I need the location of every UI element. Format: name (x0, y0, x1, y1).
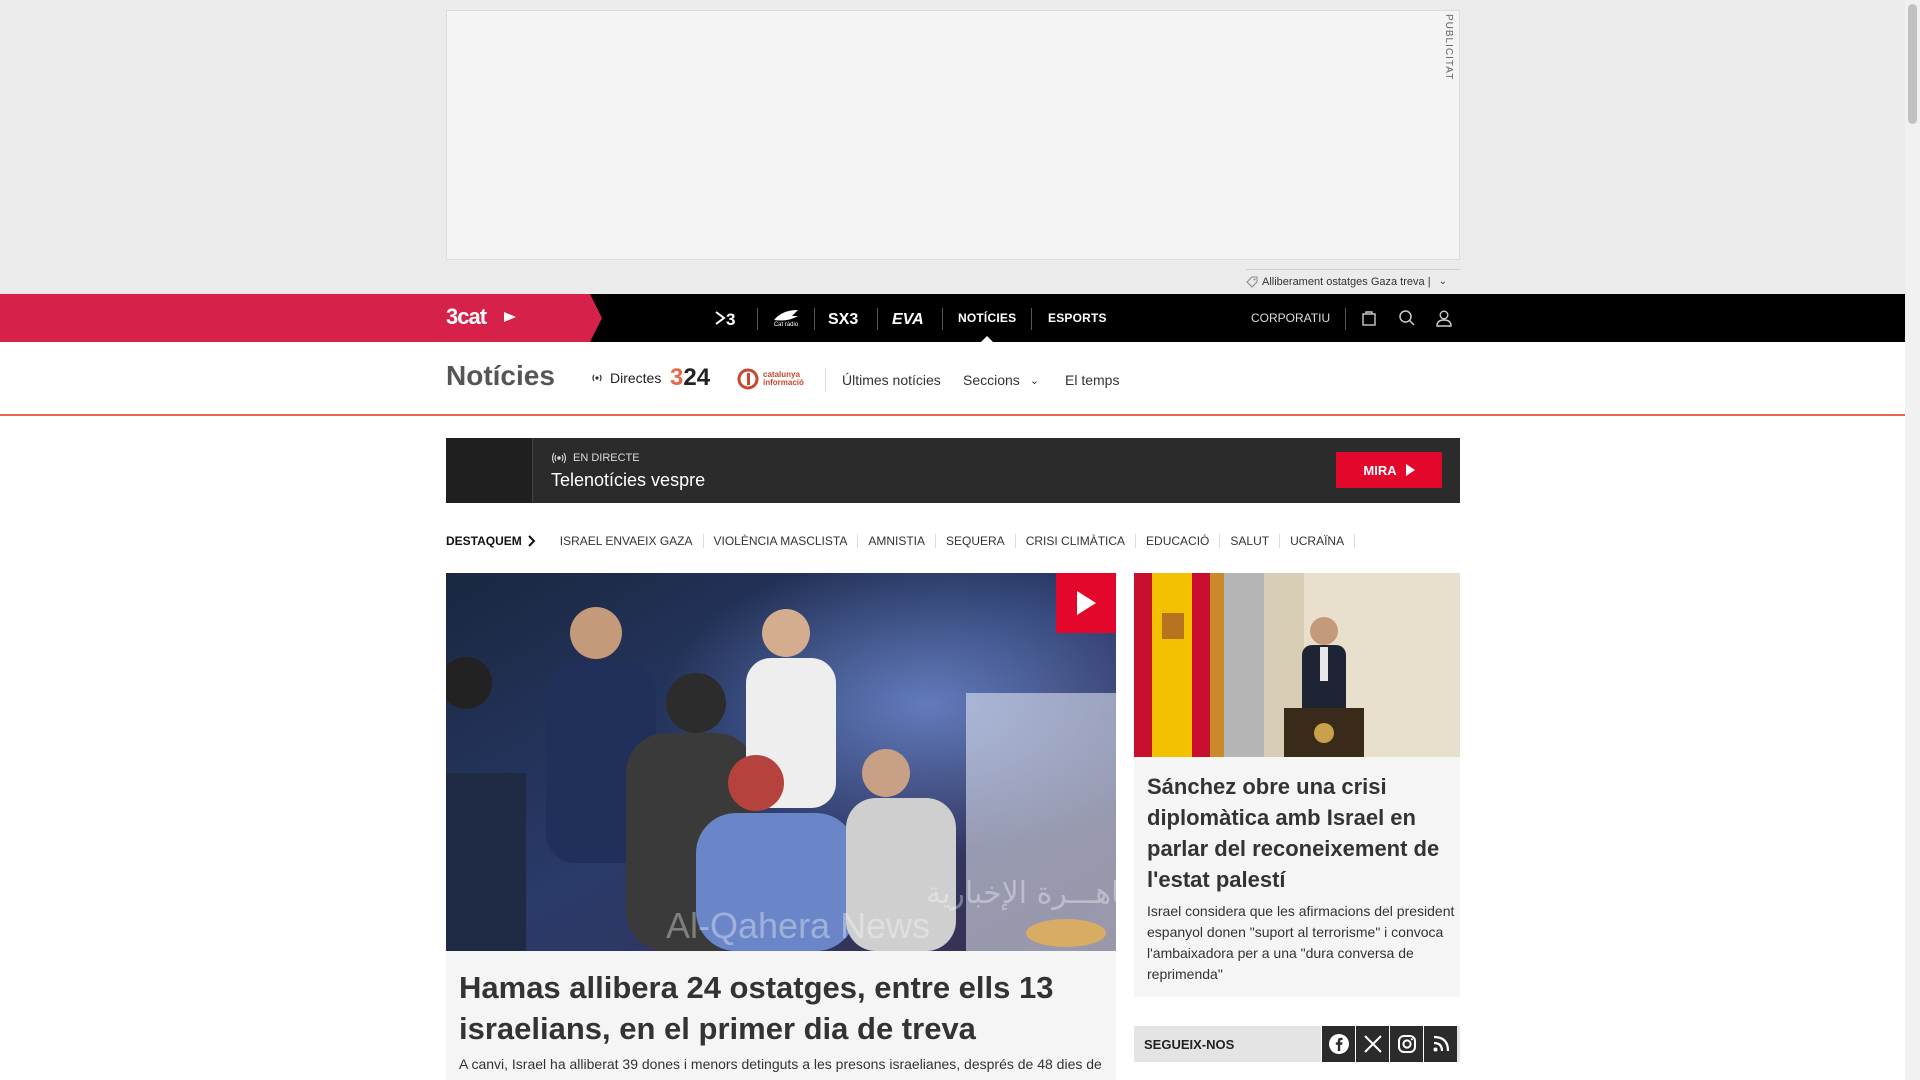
directes-link[interactable]: Directes (590, 370, 661, 386)
shop-bag-icon[interactable] (1357, 306, 1381, 330)
chevron-down-icon: ⌄ (1029, 374, 1040, 387)
side-story-image[interactable] (1134, 573, 1460, 757)
tag-item[interactable]: CRISI CLIMÀTICA (1016, 534, 1137, 548)
tv3-icon[interactable]: 3 (712, 294, 744, 342)
scrollbar[interactable] (1905, 0, 1920, 1080)
news-ticker[interactable]: Alliberament ostatges Gaza treva | ⌄ (1246, 269, 1460, 293)
ad-area: PUBLICITAT Alliberament ostatges Gaza tr… (0, 0, 1905, 294)
play-icon (1405, 464, 1415, 476)
catalunya-informacio-logo[interactable]: catalunya informació (737, 368, 804, 390)
live-badge: EN DIRECTE (551, 452, 640, 464)
tag-item[interactable]: VIOLÈNCIA MASCLISTA (704, 534, 859, 548)
nav-esports[interactable]: ESPORTS (1048, 294, 1107, 342)
tag-item[interactable]: AMNISTIA (858, 534, 936, 548)
tag-icon (1246, 276, 1258, 288)
facebook-icon[interactable] (1321, 1026, 1355, 1062)
watermark-arabic: القاهـــرة الإخبارية (926, 876, 1116, 911)
lead-story-headline[interactable]: Hamas allibera 24 ostatges, entre ells 1… (459, 967, 1099, 1049)
follow-us-bar: SEGUEIX-NOS (1134, 1026, 1460, 1062)
side-story-summary: Israel considera que les afirmacions del… (1147, 903, 1455, 982)
follow-label: SEGUEIX-NOS (1144, 1037, 1235, 1052)
lead-story-summary: A canvi, Israel ha alliberat 39 dones i … (459, 1056, 1102, 1072)
x-icon[interactable] (1355, 1026, 1389, 1062)
nav-corporatiu[interactable]: CORPORATIU (1251, 294, 1330, 342)
3cat-logo[interactable]: 3cat (446, 304, 518, 335)
lead-story-image[interactable]: القاهـــرة الإخبارية Al-Qahera News (446, 573, 1116, 951)
live-thumbnail (446, 438, 533, 503)
tag-item[interactable]: UCRAÏNA (1280, 534, 1356, 548)
section-subnav: Notícies Directes 324 catalunya informaci… (0, 342, 1905, 416)
ad-banner[interactable] (446, 10, 1460, 260)
3cat24-logo[interactable]: 324 (670, 364, 710, 392)
chevron-right-icon (528, 535, 536, 547)
highlight-tags: DESTAQUEM ISRAEL ENVAEIX GAZA VIOLÈNCIA … (446, 530, 1356, 552)
catradio-icon[interactable]: Cat ràdio (769, 294, 803, 342)
nav-noticies[interactable]: NOTÍCIES (958, 294, 1016, 342)
search-icon[interactable] (1395, 306, 1419, 330)
chevron-down-icon[interactable]: ⌄ (1439, 276, 1447, 287)
seccions-dropdown[interactable]: Seccions ⌄ (963, 372, 1039, 388)
ultimes-noticies-link[interactable]: Últimes notícies (842, 372, 941, 388)
seccions-label: Seccions (963, 372, 1020, 388)
user-icon[interactable] (1432, 306, 1456, 330)
svg-text:3: 3 (726, 310, 735, 328)
destaquem-label[interactable]: DESTAQUEM (446, 534, 536, 548)
scrollbar-thumb[interactable] (1908, 4, 1917, 124)
watch-label: MIRA (1363, 462, 1397, 478)
svg-text:EVA: EVA (892, 311, 924, 327)
section-title[interactable]: Notícies (446, 360, 555, 392)
watermark-text: Al-Qahera News (666, 905, 930, 946)
live-program-title: Telenotícies vespre (551, 470, 706, 490)
side-story-headline[interactable]: Sánchez obre una crisi diplomàtica amb I… (1147, 771, 1452, 895)
el-temps-link[interactable]: El temps (1065, 372, 1119, 388)
lead-story-card[interactable]: Hamas allibera 24 ostatges, entre ells 1… (446, 951, 1116, 1080)
tag-item[interactable]: ISRAEL ENVAEIX GAZA (550, 534, 704, 548)
play-icon (1077, 591, 1096, 615)
ad-label: PUBLICITAT (1443, 14, 1454, 81)
broadcast-icon (551, 452, 567, 464)
sx3-icon[interactable]: SX3 (826, 294, 866, 342)
svg-text:SX3: SX3 (828, 311, 858, 327)
side-story-card[interactable]: Sánchez obre una crisi diplomàtica amb I… (1134, 757, 1460, 997)
watch-button[interactable]: MIRA (1336, 452, 1442, 488)
tag-item[interactable]: SALUT (1220, 534, 1281, 548)
tag-item[interactable]: EDUCACIÓ (1136, 534, 1221, 548)
play-video-button[interactable] (1056, 573, 1116, 633)
rss-icon[interactable] (1423, 1026, 1457, 1062)
live-banner[interactable]: EN DIRECTE Telenotícies vespre MIRA (446, 438, 1460, 503)
tag-item[interactable]: SEQUERA (936, 534, 1016, 548)
ticker-text: Alliberament ostatges Gaza treva | (1262, 275, 1431, 288)
logo-text: 3cat (446, 306, 488, 328)
directes-label: Directes (610, 370, 662, 386)
catradio-label: Cat ràdio (773, 322, 799, 328)
eva-icon[interactable]: EVA (891, 294, 929, 342)
main-navigation: 3cat 3 Cat ràdio SX3 EVA NOTÍCIES ESPORT… (0, 294, 1905, 342)
broadcast-icon (592, 374, 602, 382)
instagram-icon[interactable] (1389, 1026, 1423, 1062)
